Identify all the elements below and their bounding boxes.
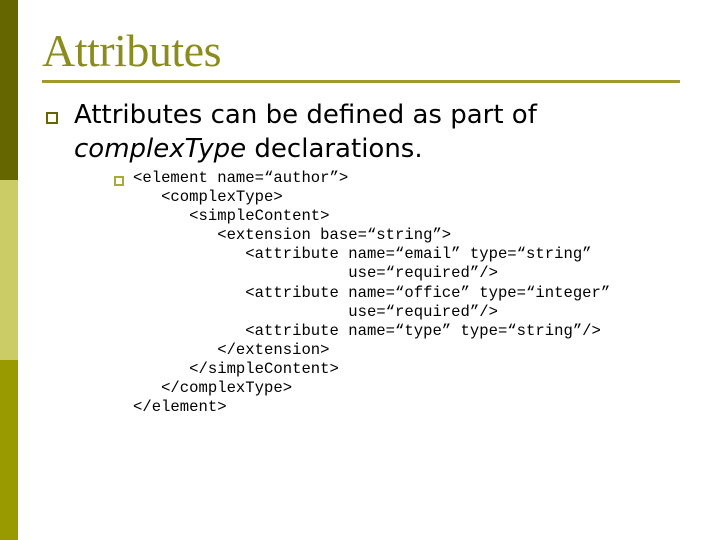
hollow-square-bullet-icon (46, 112, 58, 124)
code-line: </extension> (133, 340, 330, 359)
code-line: </element> (133, 398, 227, 417)
code-line: <element name=“author”> (133, 169, 349, 187)
slide-title: Attributes (42, 25, 221, 76)
code-line: <attribute name=“type” type=“string”/> (133, 321, 601, 340)
main-bullet-line-2-rest: declarations. (246, 134, 423, 164)
title-divider (42, 80, 680, 83)
sidebar-bar-bottom (0, 360, 18, 540)
code-line: <extension base=“string”> (133, 226, 452, 245)
code-line: use=“required”/> (133, 302, 498, 321)
code-line: </complexType> (133, 379, 293, 398)
code-line: <attribute name=“email” type=“string” (133, 245, 592, 264)
sidebar-bar-middle (0, 180, 18, 360)
code-line: </simpleContent> (133, 359, 339, 378)
main-bullet-line-1: Attributes can be defined as part of (74, 100, 537, 130)
code-line: <attribute name=“office” type=“integer” (133, 283, 611, 302)
code-line: use=“required”/> (133, 264, 498, 283)
sub-bullet-square-icon (114, 176, 124, 186)
code-line: <complexType> (133, 188, 283, 207)
sidebar-bar-top (0, 0, 18, 180)
code-line: <simpleContent> (133, 207, 330, 226)
xml-code-block: <element name=“author”> <complexType> <s… (133, 169, 610, 417)
main-bullet-emphasis: complexType (74, 134, 247, 164)
main-bullet-text: Attributes can be defined as part of comp… (74, 98, 537, 166)
